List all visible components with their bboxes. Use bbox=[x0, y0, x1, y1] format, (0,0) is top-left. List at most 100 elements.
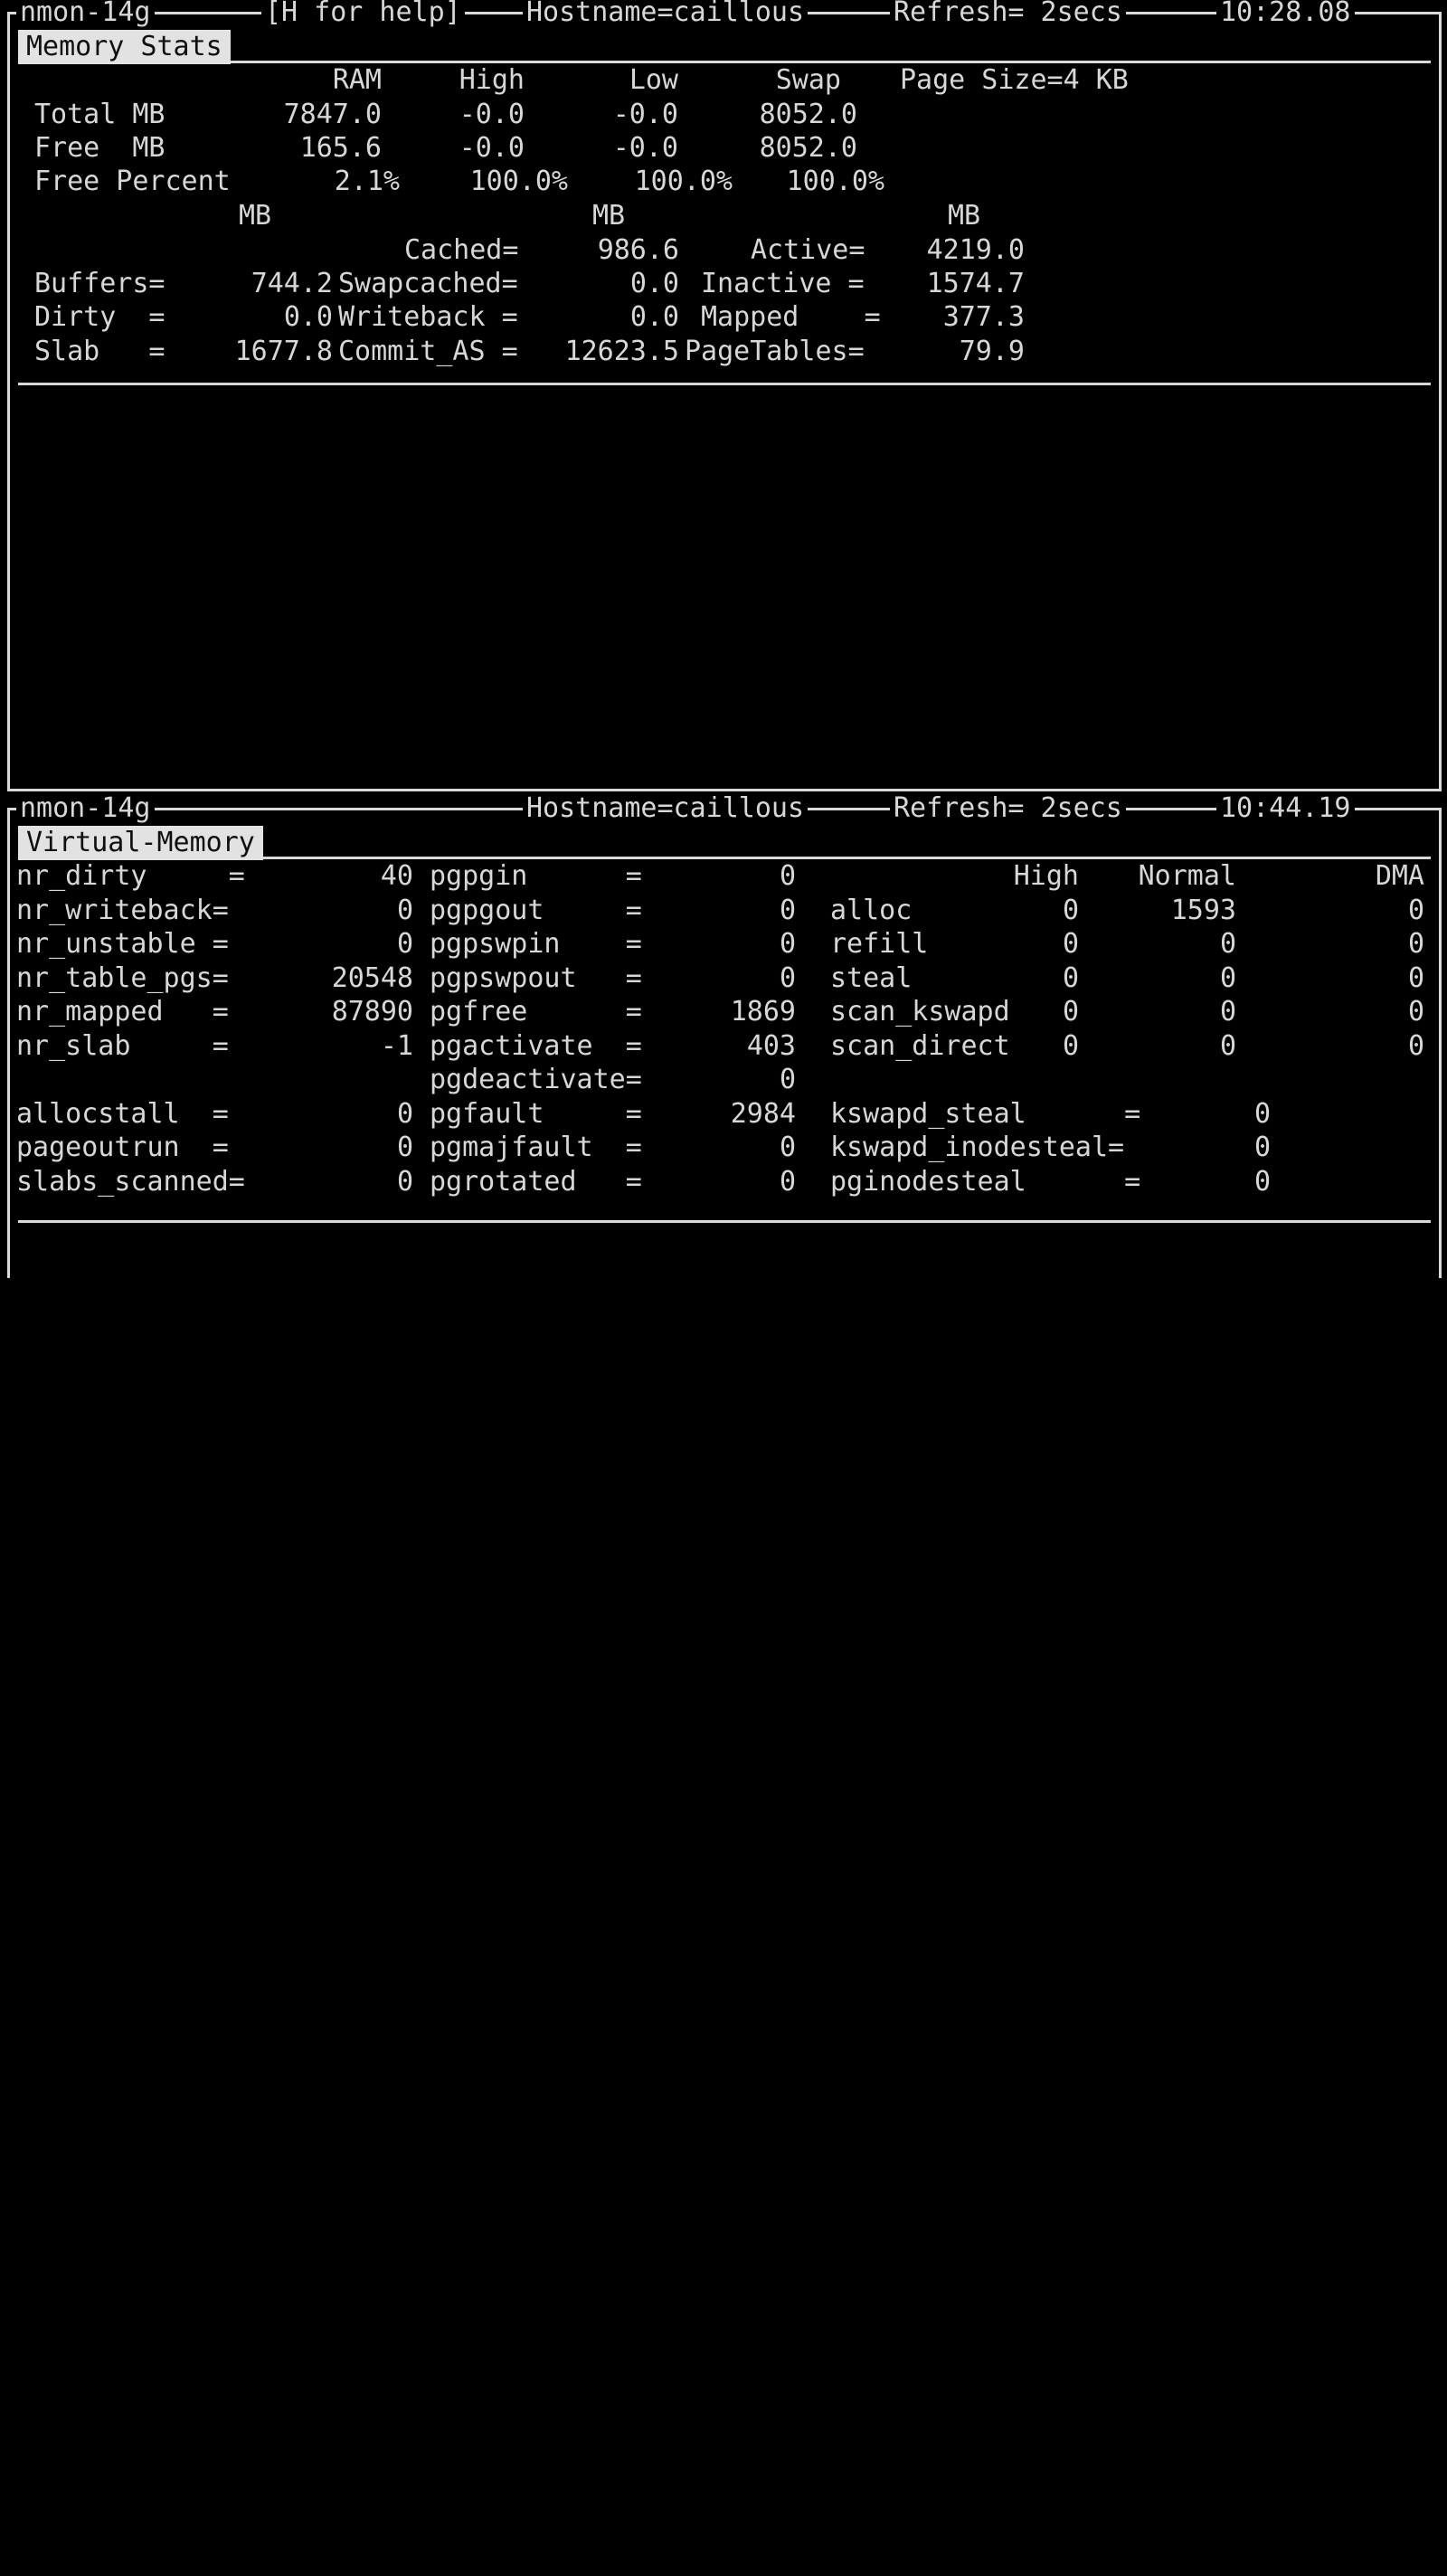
vm-kswapd-label-0: kswapd_steal = bbox=[830, 1098, 1141, 1130]
mem-detail-value-2-1: 0.0 bbox=[283, 301, 333, 333]
vm-zone-normal-0: 1593 bbox=[1170, 895, 1236, 926]
vm-zone-high-4: 0 bbox=[1062, 1030, 1079, 1062]
mem-detail-value-1-1: 744.2 bbox=[251, 268, 333, 299]
vm-cola-value-3: 20548 bbox=[331, 962, 413, 994]
vm-colb-value-6: 0 bbox=[779, 1064, 796, 1095]
panel2-right-border bbox=[1439, 808, 1442, 1278]
mem-detail-value-1-3: 1574.7 bbox=[926, 268, 1025, 299]
vm-colb-label-4: pgfree = bbox=[430, 996, 642, 1028]
vm-colb-label-1: pgpgout = bbox=[430, 895, 642, 926]
vm-zone-label-0: alloc bbox=[830, 895, 913, 926]
vm-cola-label-5: nr_slab = bbox=[16, 1030, 229, 1062]
mem-detail-label-1-3: Inactive = bbox=[701, 268, 865, 299]
terminal-screen: nmon-14g [H for help] Hostname=caillous … bbox=[0, 0, 1447, 1288]
vm-cola-value-2: 0 bbox=[396, 928, 413, 960]
mem-detail-label-2-1: Dirty = bbox=[34, 301, 166, 333]
mem-detail-label-2-2: Writeback = bbox=[338, 301, 518, 333]
vm-zone-label-3: scan_kswapd bbox=[830, 996, 1010, 1028]
vm-colb-value-0: 0 bbox=[779, 860, 796, 892]
vm-zone-header-normal: Normal bbox=[1138, 860, 1236, 892]
mem-detail-label-0-2: Cached= bbox=[404, 234, 519, 266]
mem-unit-mb-3: MB bbox=[948, 200, 981, 232]
vm-zone-high-1: 0 bbox=[1062, 928, 1079, 960]
vm-cola-value-5: -1 bbox=[380, 1030, 413, 1062]
mem-page-size: Page Size=4 KB bbox=[900, 64, 1129, 96]
vm-zone-dma-0: 0 bbox=[1407, 895, 1424, 926]
vm-colb-label-6: pgdeactivate= bbox=[430, 1064, 642, 1095]
mem-detail-value-2-3: 377.3 bbox=[942, 301, 1025, 333]
panel2-hostname: Hostname=caillous bbox=[523, 791, 809, 826]
mem-unit-mb-1: MB bbox=[239, 200, 272, 232]
vm-colb-value-4: 1869 bbox=[730, 996, 796, 1028]
mem-detail-value-3-3: 79.9 bbox=[959, 336, 1025, 367]
mem-col-header-low: Low bbox=[629, 64, 678, 96]
panel1-clock: 10:28.08 bbox=[1216, 0, 1355, 30]
vm-cola-value-9: 0 bbox=[396, 1166, 413, 1198]
vm-zone-label-1: refill bbox=[830, 928, 929, 960]
vm-zone-high-3: 0 bbox=[1062, 996, 1079, 1028]
panel1-left-border bbox=[7, 12, 10, 791]
panel2-clock: 10:44.19 bbox=[1216, 791, 1355, 826]
mem-detail-value-0-2: 986.6 bbox=[597, 234, 679, 266]
vm-cola-label-7: allocstall = bbox=[16, 1098, 229, 1130]
mem-detail-value-3-1: 1677.8 bbox=[234, 336, 333, 367]
vm-cola-value-7: 0 bbox=[396, 1098, 413, 1130]
panel1-data-separator bbox=[18, 383, 1431, 385]
panel2-left-border bbox=[7, 808, 10, 1278]
vm-cola-label-4: nr_mapped = bbox=[16, 996, 229, 1028]
vm-zone-header-high: High bbox=[1013, 860, 1079, 892]
mem-row-label-total: Total MB bbox=[34, 99, 166, 130]
vm-colb-label-0: pgpgin = bbox=[430, 860, 642, 892]
panel2-refresh: Refresh= 2secs bbox=[890, 791, 1126, 826]
mem-row-label-free: Free MB bbox=[34, 132, 166, 164]
mem-freepct-high: 100.0% bbox=[469, 166, 568, 197]
mem-col-header-high: High bbox=[459, 64, 525, 96]
vm-kswapd-value-0: 0 bbox=[1253, 1098, 1271, 1130]
mem-free-low: -0.0 bbox=[612, 132, 678, 164]
vm-zone-normal-3: 0 bbox=[1219, 996, 1236, 1028]
mem-detail-value-0-1 bbox=[201, 233, 333, 268]
vm-kswapd-label-1: kswapd_inodesteal= bbox=[830, 1132, 1125, 1163]
mem-detail-label-3-3: PageTables= bbox=[685, 336, 865, 367]
vm-colb-label-5: pgactivate = bbox=[430, 1030, 642, 1062]
vm-zone-dma-3: 0 bbox=[1407, 996, 1424, 1028]
vm-kswapd-label-2: pginodesteal = bbox=[830, 1166, 1141, 1198]
panel1-right-border bbox=[1439, 12, 1442, 791]
panel2-app-name: nmon-14g bbox=[16, 791, 155, 826]
mem-detail-value-2-2: 0.0 bbox=[629, 301, 679, 333]
vm-zone-dma-4: 0 bbox=[1407, 1030, 1424, 1062]
vm-colb-label-8: pgmajfault = bbox=[430, 1132, 642, 1163]
mem-detail-value-3-2: 12623.5 bbox=[564, 336, 679, 367]
vm-colb-value-3: 0 bbox=[779, 962, 796, 994]
mem-col-header-ram: RAM bbox=[332, 64, 382, 96]
vm-colb-value-2: 0 bbox=[779, 928, 796, 960]
vm-zone-high-2: 0 bbox=[1062, 962, 1079, 994]
mem-detail-label-1-2: Swapcached= bbox=[338, 268, 518, 299]
vm-cola-label-0: nr_dirty = bbox=[16, 860, 245, 892]
mem-detail-label-1-1: Buffers= bbox=[34, 268, 166, 299]
vm-cola-value-8: 0 bbox=[396, 1132, 413, 1163]
mem-detail-label-3-2: Commit_AS = bbox=[338, 336, 518, 367]
vm-colb-label-3: pgpswpout = bbox=[430, 962, 642, 994]
mem-detail-value-1-2: 0.0 bbox=[629, 268, 679, 299]
vm-kswapd-value-2: 0 bbox=[1253, 1166, 1271, 1198]
vm-zone-label-2: steal bbox=[830, 962, 913, 994]
vm-cola-label-1: nr_writeback= bbox=[16, 895, 229, 926]
panel1-help-hint[interactable]: [H for help] bbox=[261, 0, 465, 30]
vm-colb-value-5: 403 bbox=[746, 1030, 796, 1062]
vm-cola-label-3: nr_table_pgs= bbox=[16, 962, 229, 994]
vm-cola-label-2: nr_unstable = bbox=[16, 928, 229, 960]
mem-free-ram: 165.6 bbox=[299, 132, 382, 164]
vm-colb-label-9: pgrotated = bbox=[430, 1166, 642, 1198]
vm-kswapd-value-1: 0 bbox=[1253, 1132, 1271, 1163]
vm-zone-dma-2: 0 bbox=[1407, 962, 1424, 994]
mem-free-swap: 8052.0 bbox=[759, 132, 857, 164]
mem-detail-label-2-3: Mapped = bbox=[701, 301, 881, 333]
vm-zone-normal-2: 0 bbox=[1219, 962, 1236, 994]
vm-zone-high-0: 0 bbox=[1062, 895, 1079, 926]
vm-colb-label-2: pgpswpin = bbox=[430, 928, 642, 960]
vm-colb-value-8: 0 bbox=[779, 1132, 796, 1163]
panel2-title-tag: Virtual-Memory bbox=[18, 826, 263, 860]
vm-cola-value-0: 40 bbox=[380, 860, 413, 892]
panel2-data-separator bbox=[18, 1220, 1431, 1223]
